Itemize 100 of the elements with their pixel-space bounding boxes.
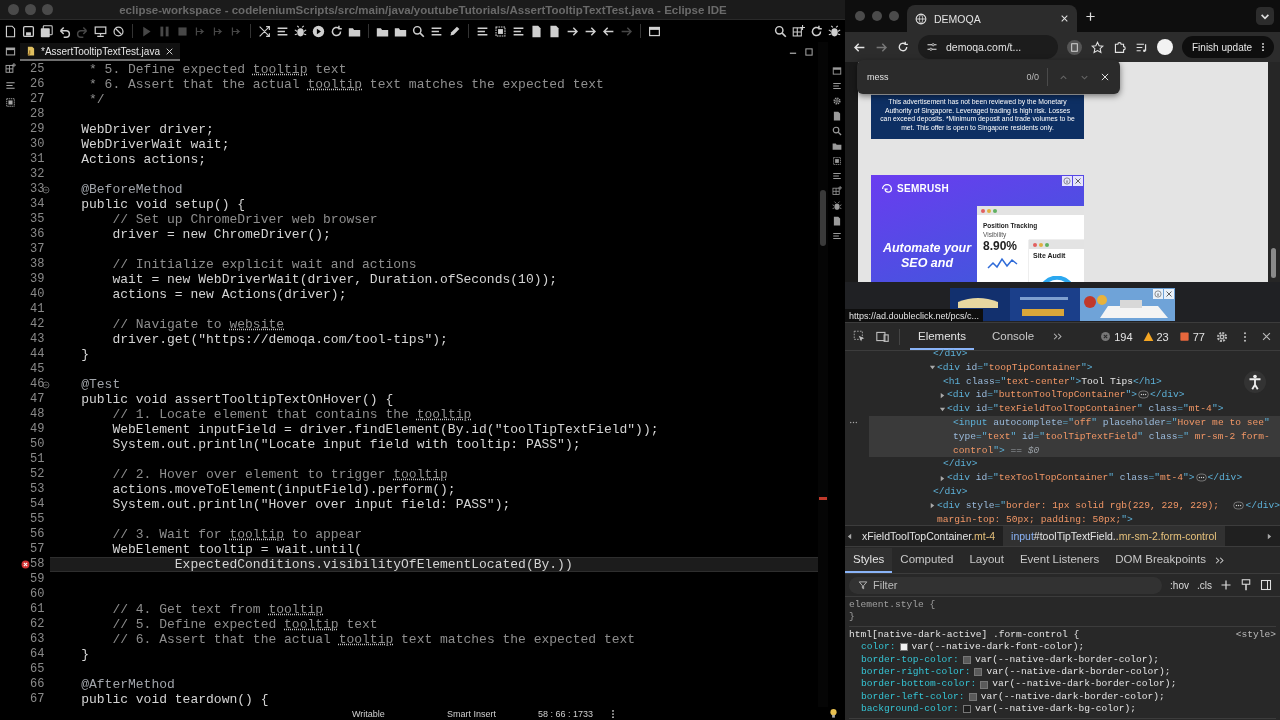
devtools-tab[interactable]: Elements — [910, 323, 974, 350]
logo-icon[interactable] — [881, 183, 893, 194]
puzzle-icon[interactable] — [1113, 40, 1126, 54]
ellipsis-icon[interactable] — [1195, 472, 1207, 484]
lightbulb-icon[interactable] — [828, 708, 839, 719]
sidebar-icon[interactable] — [1260, 579, 1272, 591]
refresh-icon[interactable] — [897, 41, 909, 53]
dom-node[interactable]: <h1 class="text-center">Tool Tips</h1> — [943, 374, 1162, 389]
breadcrumb[interactable]: xFieldToolTopContainer.mt-4 — [854, 526, 1004, 546]
lines-icon[interactable] — [831, 171, 842, 181]
styles-tab[interactable]: Event Listeners — [1011, 547, 1108, 573]
document-icon[interactable] — [831, 111, 842, 121]
scroll-right-icon[interactable] — [1265, 531, 1274, 541]
disclosure-triangle-icon[interactable] — [929, 364, 936, 372]
paint-roller-icon[interactable] — [1240, 579, 1252, 591]
lines-icon[interactable] — [831, 81, 842, 91]
devtools-tab[interactable]: Console — [983, 323, 1043, 350]
refresh-icon[interactable] — [810, 24, 823, 38]
find-field[interactable]: mess — [867, 72, 1017, 82]
dom-node[interactable]: <div id="texToolTopContainer" class="mt-4"> — [947, 471, 1195, 485]
bug-icon[interactable] — [828, 24, 841, 38]
window-control-dot[interactable] — [872, 11, 882, 21]
search-icon[interactable] — [412, 24, 425, 38]
dom-node[interactable]: <input autocomplete="off" placeholder="Hover me to see" type="text" id="toolTipTextField" class=" mr-sm-2 form-control"> == $0 — [869, 416, 1280, 458]
window-icon[interactable] — [831, 66, 842, 76]
pencil-icon[interactable] — [448, 24, 461, 38]
window-icon[interactable] — [648, 24, 661, 38]
add-icon[interactable] — [1220, 579, 1232, 591]
no-sign-icon[interactable] — [112, 24, 125, 38]
styles-tab[interactable]: DOM Breakpoints — [1107, 547, 1214, 573]
collapse-icon[interactable] — [42, 185, 50, 194]
table-plus-icon[interactable] — [4, 63, 16, 74]
color-swatch[interactable] — [962, 705, 971, 714]
dom-node[interactable]: <div id="buttonToolTopContainer"> — [947, 388, 1137, 403]
disclosure-triangle-icon[interactable] — [939, 474, 946, 482]
dom-node[interactable]: <div id="texFieldToolTopContainer" class="mt-4"> — [947, 402, 1224, 416]
lines-icon[interactable] — [831, 231, 842, 241]
save-icon[interactable] — [22, 24, 35, 38]
color-swatch[interactable] — [974, 668, 983, 677]
cross-arrows-icon[interactable] — [258, 24, 271, 38]
address-bar[interactable]: demoqa.com/t... — [918, 35, 1058, 59]
undo-icon[interactable] — [58, 24, 71, 38]
close-icon[interactable] — [1060, 14, 1069, 23]
dom-node[interactable]: <div id="toopTipContainer"> — [937, 360, 1093, 375]
play-circle-icon[interactable] — [312, 24, 325, 38]
bug-icon[interactable] — [294, 24, 307, 38]
toggle-button[interactable]: .cls — [1197, 579, 1212, 591]
editor-tab[interactable]: *AssertTooltipTextTest.java — [20, 43, 180, 61]
document-search-icon[interactable] — [1067, 39, 1082, 55]
settings-icon[interactable] — [1215, 329, 1229, 344]
color-swatch[interactable] — [899, 643, 908, 652]
close-icon[interactable] — [164, 46, 174, 56]
dom-node[interactable]: </div> — [933, 347, 968, 361]
folder-icon[interactable] — [831, 141, 842, 151]
styles-tab[interactable]: Styles — [845, 547, 893, 573]
collapse-icon[interactable] — [42, 380, 50, 389]
close-icon[interactable] — [1100, 72, 1110, 82]
save-all-icon[interactable] — [40, 24, 53, 38]
close-icon[interactable] — [1164, 289, 1174, 299]
browser-tab[interactable]: DEMOQA — [907, 5, 1077, 32]
dom-node[interactable]: <div style="border: 1px solid rgb(229, 229, 229); margin-top: 50px; padding: 50px;"> — [937, 498, 1233, 525]
dotted-square-icon[interactable] — [831, 156, 842, 166]
toggle-button[interactable]: :hov — [1170, 579, 1189, 591]
color-swatch[interactable] — [962, 655, 971, 664]
info-icon[interactable] — [1153, 289, 1163, 299]
maximize-icon[interactable] — [804, 47, 814, 57]
color-swatch[interactable] — [980, 680, 989, 689]
device-icon[interactable] — [876, 330, 889, 343]
document-icon[interactable] — [831, 216, 842, 226]
styles-tab[interactable]: Layout — [961, 547, 1012, 573]
accessibility-icon[interactable] — [1244, 371, 1266, 393]
dotted-square-icon[interactable] — [4, 97, 16, 108]
bug-icon[interactable] — [831, 201, 842, 211]
styles-tab[interactable]: Computed — [892, 547, 962, 573]
filter-field[interactable]: Filter — [849, 576, 1163, 594]
breadcrumb[interactable]: input#toolTipTextField..mr-sm-2.form-control — [1003, 526, 1225, 546]
close-icon[interactable] — [1261, 331, 1272, 342]
update-button[interactable]: Finish update — [1182, 36, 1275, 58]
disclosure-triangle-icon[interactable] — [939, 391, 946, 399]
window-icon[interactable] — [4, 46, 16, 57]
star-icon[interactable] — [1091, 40, 1104, 54]
tune-icon[interactable] — [926, 41, 938, 53]
new-tab-icon[interactable] — [1085, 10, 1096, 22]
window-control-dot[interactable] — [855, 11, 865, 21]
settings-icon[interactable] — [831, 96, 842, 106]
file-icon[interactable] — [4, 24, 17, 38]
ellipsis-icon[interactable] — [1233, 499, 1245, 511]
search-icon[interactable] — [774, 24, 787, 38]
avatar-icon[interactable] — [1157, 39, 1173, 55]
scrollbar[interactable] — [818, 42, 828, 707]
window-control-dot[interactable] — [42, 4, 53, 15]
more-tabs-icon[interactable] — [1213, 554, 1225, 566]
dotted-square-icon[interactable] — [494, 24, 507, 38]
inspect-icon[interactable] — [853, 330, 866, 343]
window-control-dot[interactable] — [8, 4, 19, 15]
monitor-icon[interactable] — [94, 24, 107, 38]
java-file-icon[interactable] — [26, 46, 36, 56]
document-icon[interactable] — [548, 24, 561, 38]
source-link[interactable]: <style> — [1235, 628, 1276, 642]
more-tabs-icon[interactable] — [1052, 331, 1064, 342]
